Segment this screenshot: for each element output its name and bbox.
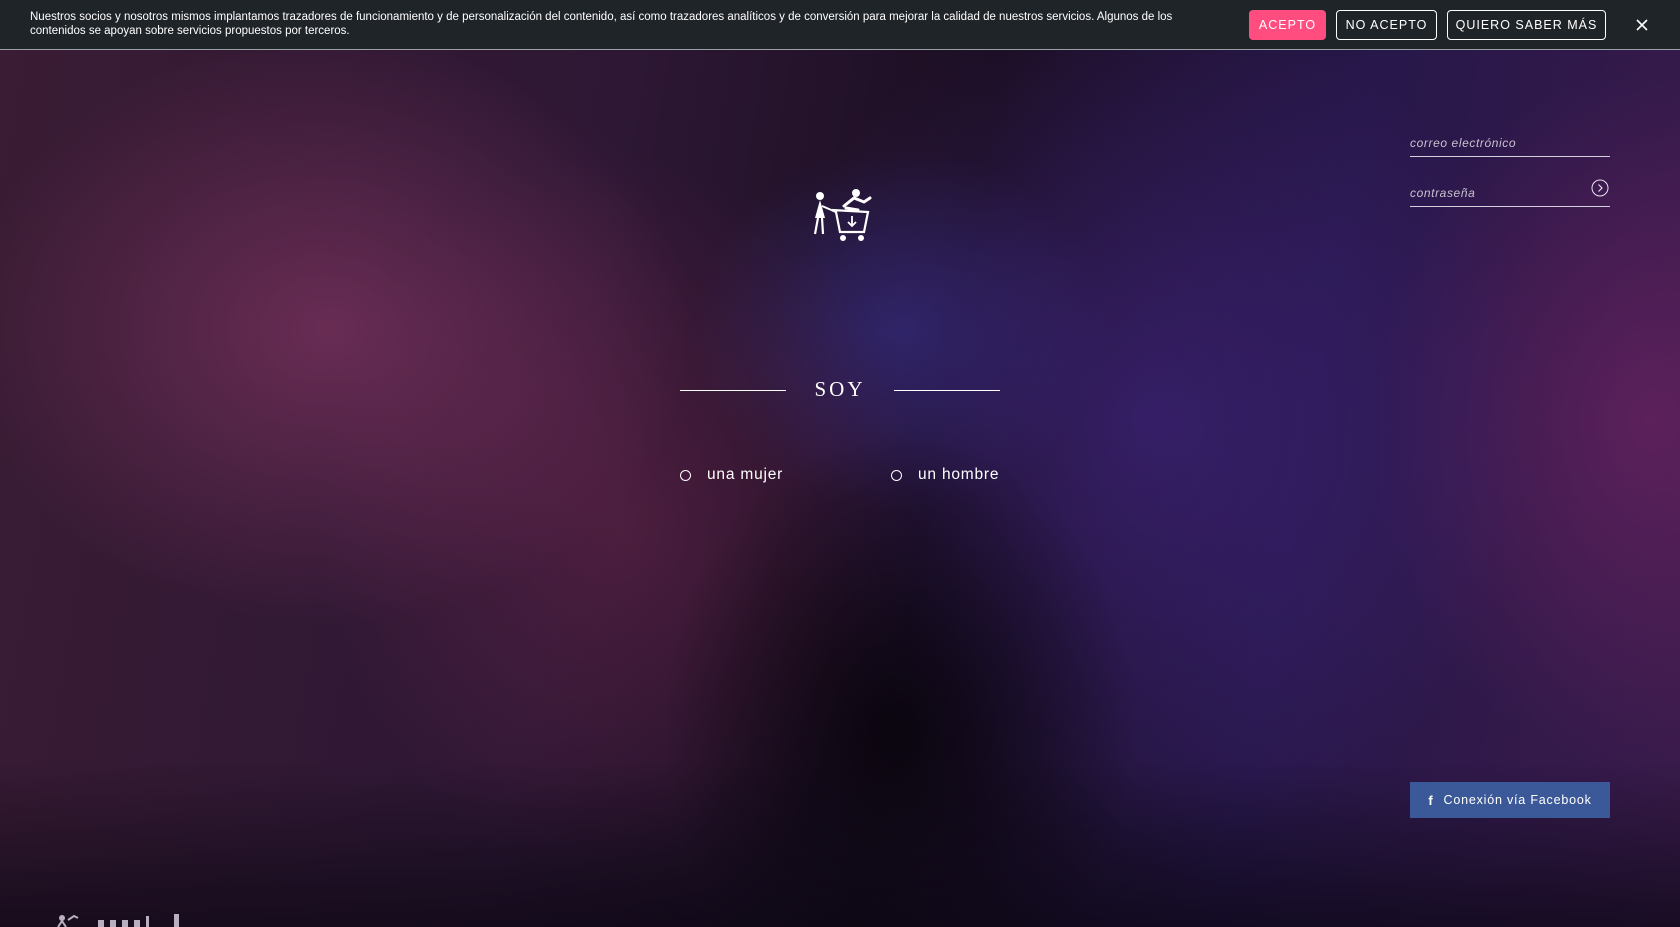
gender-option-man[interactable]: un hombre	[891, 465, 999, 485]
facebook-login-button[interactable]: f Conexión vía Facebook	[1410, 782, 1610, 818]
gender-title: SOY	[814, 377, 866, 401]
cookie-banner-text: Nuestros socios y nosotros mismos implan…	[30, 11, 1173, 37]
soy-divider-left	[680, 390, 786, 391]
cookie-banner: Nuestros socios y nosotros mismos implan…	[0, 0, 1680, 50]
radio-circle-icon[interactable]	[680, 469, 691, 481]
password-field-wrapper	[1410, 179, 1610, 207]
gender-option-label: una mujer	[707, 466, 784, 483]
radio-circle-icon[interactable]	[891, 469, 902, 481]
gender-option-woman[interactable]: una mujer	[680, 465, 783, 485]
gender-option-label: un hombre	[918, 466, 1000, 483]
password-field[interactable]	[1410, 179, 1610, 206]
facebook-icon: f	[1428, 792, 1434, 808]
learn-more-button[interactable]: QUIERO SABER MÁS	[1447, 10, 1606, 40]
email-field-wrapper	[1410, 129, 1610, 157]
accept-cookies-button[interactable]: ACEPTO	[1249, 10, 1326, 40]
reject-cookies-button[interactable]: NO ACEPTO	[1336, 10, 1437, 40]
close-icon[interactable]	[1632, 15, 1652, 35]
background-hero: Nuestros socios y nosotros mismos implan…	[0, 0, 1680, 927]
facebook-login-label: Conexión vía Facebook	[1443, 793, 1592, 807]
email-field[interactable]	[1410, 129, 1610, 156]
soy-divider-right	[894, 390, 1000, 391]
shopping-cart-couple-logo	[813, 189, 872, 241]
footer-logo	[57, 914, 179, 927]
arrow-right-circle-icon[interactable]	[1591, 179, 1609, 197]
